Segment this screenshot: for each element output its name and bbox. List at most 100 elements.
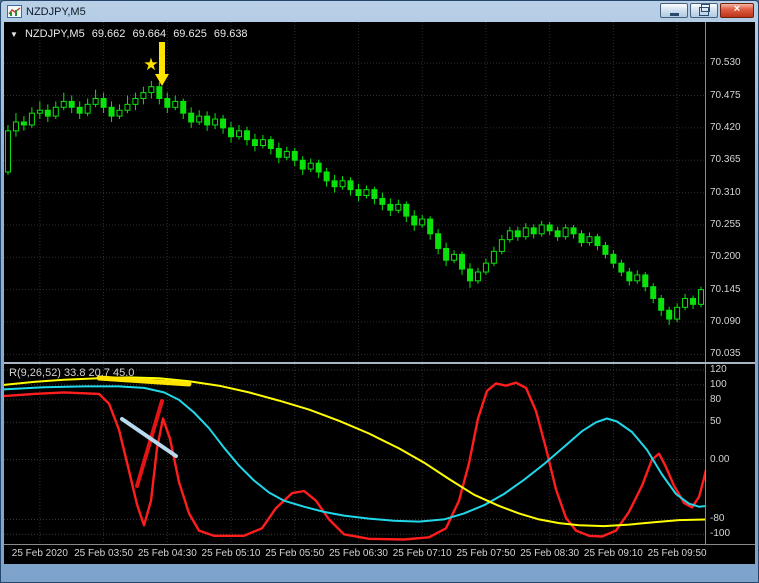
candle [84, 98, 91, 117]
price-tick-label: 70.530 [710, 57, 741, 69]
candle [514, 226, 521, 241]
candle [36, 101, 43, 120]
candle [363, 185, 370, 199]
candle [267, 136, 274, 155]
candle [228, 122, 235, 143]
candle [395, 199, 402, 214]
candle [506, 226, 513, 243]
candle [4, 124, 11, 175]
indicator-axis[interactable]: 120 100 80 50 0.00 -80 -100 [705, 364, 755, 544]
window-controls: × [658, 3, 754, 18]
candle [674, 303, 681, 322]
candle [124, 95, 131, 114]
candle [220, 114, 227, 134]
candle [299, 156, 306, 175]
candle [371, 186, 378, 205]
time-tick-label: 25 Feb 03:50 [74, 548, 134, 559]
candle [443, 242, 450, 267]
main-chart-pane[interactable]: ★ ▼ NZDJPY,M5 69.662 69.664 69.625 69.63… [4, 22, 705, 362]
candle [283, 146, 290, 161]
indicator-tick-label: 100 [710, 378, 727, 390]
candle [642, 272, 649, 292]
time-tick-label: 25 Feb 07:50 [456, 548, 516, 559]
candle [243, 126, 250, 146]
price-tick-label: 70.035 [710, 348, 741, 360]
indicator-tick-label: 0.00 [710, 453, 730, 465]
price-axis[interactable]: 70.530 70.475 70.420 70.365 70.310 70.255 70.2… [705, 22, 755, 362]
candle [259, 134, 266, 149]
restore-button[interactable] [690, 3, 718, 18]
candle [562, 224, 569, 240]
indicator-tick-label: -80 [710, 513, 725, 525]
candle [634, 270, 641, 284]
candle [100, 92, 107, 114]
candle [650, 283, 657, 304]
candle [610, 250, 617, 268]
indicator-row: R(9,26,52) 33.8 20.7 45.0 120 100 80 50 0.00… [4, 364, 755, 544]
chart-client-area: ★ ▼ NZDJPY,M5 69.662 69.664 69.625 69.63… [4, 22, 755, 564]
price-tick-label: 70.200 [710, 251, 741, 263]
time-tick-label: 25 Feb 05:10 [201, 548, 261, 559]
down-triangle-icon: ▼ [10, 30, 18, 39]
indicator-pane[interactable]: R(9,26,52) 33.8 20.7 45.0 [4, 364, 705, 544]
restore-icon [699, 4, 710, 16]
candle [140, 86, 147, 105]
candle [570, 224, 577, 239]
indicator-tick-label: 50 [710, 416, 722, 428]
candle [355, 183, 362, 202]
candle [172, 95, 179, 111]
candle [52, 101, 59, 120]
candle [698, 286, 705, 308]
candle [315, 159, 322, 178]
candle [467, 263, 474, 288]
time-tick-label: 25 Feb 09:10 [583, 548, 643, 559]
candle [44, 104, 51, 122]
candle [323, 167, 330, 187]
quote-open: 69.662 [91, 28, 126, 40]
candle [546, 222, 553, 235]
candle [379, 192, 386, 211]
candle [28, 107, 35, 128]
indicator-chart [4, 364, 705, 544]
window-title: NZDJPY,M5 [26, 5, 86, 18]
candle [522, 223, 529, 240]
candle [156, 82, 163, 105]
chart-window: NZDJPY,M5 × ★ ▼ NZDJPY,M5 69.662 69.664 … [0, 0, 759, 583]
candle [148, 80, 155, 99]
indicator-tick-label: 120 [710, 363, 727, 375]
close-icon: × [733, 3, 741, 15]
candle [618, 259, 625, 277]
candle [530, 224, 537, 239]
candle [626, 267, 633, 286]
time-tick-label: 25 Feb 09:50 [647, 548, 707, 559]
candle [594, 233, 601, 251]
candle [586, 232, 593, 246]
candle [602, 242, 609, 259]
indicator-values-label: R(9,26,52) 33.8 20.7 45.0 [9, 367, 135, 379]
candle [490, 246, 497, 267]
titlebar[interactable]: NZDJPY,M5 × [4, 1, 755, 22]
price-tick-label: 70.420 [710, 121, 741, 133]
candle [188, 107, 195, 128]
price-tick-label: 70.475 [710, 89, 741, 101]
candle [498, 234, 505, 255]
candle [196, 110, 203, 125]
candle [180, 98, 187, 120]
time-tick-label: 25 Feb 08:30 [520, 548, 580, 559]
candle [116, 104, 123, 120]
indicator-tick-label: 80 [710, 393, 722, 405]
candle [658, 294, 665, 317]
time-tick-label: 25 Feb 07:10 [392, 548, 452, 559]
price-tick-label: 70.365 [710, 154, 741, 166]
candle [92, 89, 99, 108]
close-button[interactable]: × [720, 3, 754, 18]
star-icon[interactable]: ★ [143, 55, 158, 75]
candle [682, 293, 689, 311]
quote-low: 69.625 [173, 28, 207, 40]
time-tick-label: 25 Feb 06:30 [329, 548, 388, 559]
candle [419, 214, 426, 228]
minimize-button[interactable] [660, 3, 688, 18]
candle [690, 295, 697, 310]
time-axis[interactable]: 25 Feb 2020 25 Feb 03:50 25 Feb 04:30 25 Fe… [4, 545, 755, 564]
candle [435, 229, 442, 255]
